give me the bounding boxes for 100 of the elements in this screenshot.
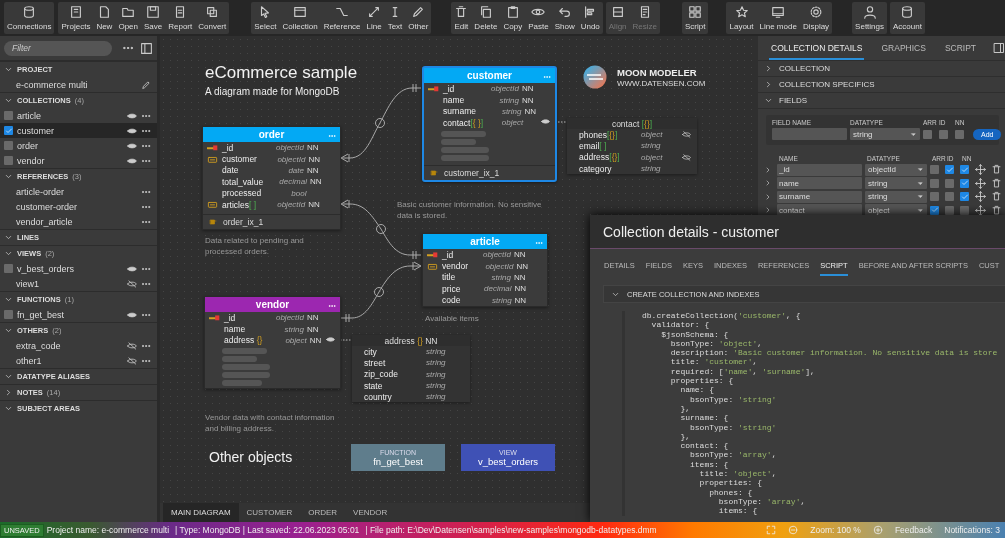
field-type: decimal bbox=[483, 284, 512, 294]
code-line: properties: { bbox=[669, 376, 735, 386]
datatype-select[interactable]: objectId bbox=[865, 163, 927, 176]
zoom-level: Zoom: 100 % bbox=[810, 525, 861, 535]
field-name: address {} bbox=[224, 335, 263, 346]
panel-tab[interactable]: GRAPHICS bbox=[879, 43, 928, 60]
index-name: order_ix_1 bbox=[223, 217, 264, 228]
diagram-tab[interactable]: ORDER bbox=[300, 503, 346, 522]
tree-item[interactable]: v_best_orders bbox=[0, 261, 157, 276]
panel-tab[interactable]: COLLECTION DETAILS bbox=[769, 43, 865, 60]
section-header[interactable]: COLLECTION SPECIFICS bbox=[758, 77, 1005, 93]
toolbar-button[interactable]: Projects bbox=[58, 2, 94, 34]
field-type: objectId bbox=[489, 84, 519, 94]
field-name: vendor bbox=[442, 261, 468, 272]
toolbar-button[interactable]: Other bbox=[405, 2, 432, 34]
entity-card[interactable]: order _id objectId NN customer objectId NN date date NN total_value decimal NN processed bool articles[ ] objectId NN order_ix_1 bbox=[202, 126, 341, 231]
tree-item[interactable]: view1 bbox=[0, 276, 157, 291]
notifications-link[interactable]: Notifications: 3 bbox=[944, 525, 1000, 535]
field-type: string bbox=[426, 392, 447, 402]
toolbar-button[interactable]: Line mode bbox=[756, 2, 800, 34]
not-null-label: NN bbox=[514, 272, 527, 282]
field-type: decimal bbox=[278, 177, 307, 187]
field-name: surname bbox=[443, 106, 477, 117]
field-type: objectId bbox=[274, 143, 304, 153]
tree-item[interactable]: e-commerce multi bbox=[0, 77, 157, 92]
toolbar-button[interactable]: Layout bbox=[726, 2, 757, 34]
field-type: string bbox=[426, 381, 447, 391]
tree-item[interactable]: vendor_article bbox=[0, 214, 157, 229]
tree-item[interactable]: vendor bbox=[0, 153, 157, 168]
tree-item[interactable]: extra_code bbox=[0, 338, 157, 353]
tree-item[interactable]: other1 bbox=[0, 353, 157, 368]
nested-object-card[interactable]: address {} NN city string street string zip_code string state string country string bbox=[352, 335, 470, 403]
field-type: string bbox=[426, 369, 447, 379]
field-name: _id bbox=[442, 249, 455, 260]
datatype-select[interactable]: string bbox=[865, 177, 927, 189]
section-title: Other objects bbox=[209, 449, 293, 465]
toolbar-button[interactable]: Copy bbox=[500, 2, 526, 34]
toolbar-button[interactable]: Report bbox=[165, 2, 196, 34]
field-name-input[interactable]: name bbox=[777, 177, 862, 189]
toolbar-button[interactable]: Save bbox=[141, 2, 166, 34]
diagram-tab[interactable]: VENDOR bbox=[345, 503, 396, 522]
toolbar-button[interactable]: Settings bbox=[852, 2, 887, 34]
toolbar-button[interactable]: Paste bbox=[525, 2, 552, 34]
code-line: items: { bbox=[689, 459, 730, 470]
diagram-tab[interactable]: MAIN DIAGRAM bbox=[163, 503, 239, 522]
field-name: code bbox=[442, 295, 461, 306]
toolbar-button[interactable]: Script bbox=[682, 2, 709, 34]
entity-title: order bbox=[258, 129, 285, 140]
entity-card[interactable]: vendor _id objectId NN name string NN address {} object NN bbox=[204, 296, 341, 390]
tree-item[interactable]: order bbox=[0, 138, 157, 153]
toolbar-button[interactable]: Edit bbox=[451, 2, 472, 34]
code-line: }, bbox=[679, 431, 690, 442]
brand-name: MOON MODELER bbox=[617, 67, 697, 78]
toolbar-button[interactable]: Collection bbox=[279, 2, 321, 34]
entity-card[interactable]: article _id objectId NN vendor objectId NN title string NN price decimal NN code string NN bbox=[422, 233, 548, 307]
field-name: city bbox=[364, 346, 378, 357]
toolbar-button[interactable]: New bbox=[93, 2, 116, 34]
brand-url: WWW.DATENSEN.COM bbox=[617, 79, 706, 88]
toolbar-button[interactable]: Select bbox=[251, 2, 280, 34]
toolbar-button[interactable]: Account bbox=[890, 2, 925, 34]
toolbar-button[interactable]: Open bbox=[115, 2, 141, 34]
tree-item[interactable]: article-order bbox=[0, 184, 157, 199]
section-header[interactable]: FIELDS bbox=[758, 93, 1005, 109]
datatype-select[interactable]: object bbox=[865, 204, 927, 216]
toolbar-button[interactable]: Line bbox=[363, 2, 385, 34]
field-type: string bbox=[283, 324, 304, 334]
toolbar-button[interactable]: Show bbox=[551, 2, 578, 34]
diagram-tab[interactable]: CUSTOMER bbox=[238, 503, 301, 522]
section-header[interactable]: COLLECTION bbox=[758, 61, 1005, 77]
field-name: title bbox=[442, 272, 457, 283]
tree-item[interactable]: customer bbox=[0, 123, 157, 138]
tree-item[interactable]: article bbox=[0, 108, 157, 123]
datatype-select[interactable]: string bbox=[850, 128, 920, 140]
field-name-input[interactable]: _id bbox=[777, 163, 862, 176]
filter-field[interactable]: Filter bbox=[4, 40, 112, 56]
toolbar-button[interactable]: Reference bbox=[320, 2, 364, 34]
field-name: date bbox=[222, 165, 240, 176]
toolbar-button[interactable]: Convert bbox=[195, 2, 230, 34]
field-name: address[{}] bbox=[579, 152, 621, 163]
toolbar-button[interactable]: Connections bbox=[4, 2, 55, 34]
not-null-label: NN bbox=[524, 106, 537, 116]
tree-item[interactable]: fn_get_best bbox=[0, 307, 157, 322]
not-null-label: NN bbox=[308, 200, 321, 210]
field-name-input[interactable]: contact bbox=[777, 204, 862, 216]
not-null-label: NN bbox=[522, 95, 535, 105]
code-line: db.createCollection('customer', { bbox=[642, 311, 802, 321]
not-null-label: NN bbox=[514, 284, 528, 294]
tree-item[interactable]: customer-order bbox=[0, 199, 157, 214]
field-name: state bbox=[364, 380, 384, 391]
datatype-select[interactable]: string bbox=[865, 190, 927, 203]
panel-tab[interactable]: SCRIPT bbox=[942, 43, 979, 60]
entity-card[interactable]: customer _id objectId NN name string NN surname string NN contact[{ }] object customer_ix_1 bbox=[422, 66, 557, 182]
code-line: required: ['name', 'surname'], bbox=[669, 366, 816, 377]
index-name: customer_ix_1 bbox=[444, 167, 500, 178]
toolbar-button[interactable]: Delete bbox=[471, 2, 501, 34]
toolbar-button[interactable]: Text bbox=[384, 2, 406, 34]
toolbar-button[interactable]: Undo bbox=[577, 2, 603, 34]
field-name-input[interactable]: surname bbox=[777, 190, 862, 203]
toolbar-button[interactable]: Display bbox=[799, 2, 833, 34]
nested-object-card[interactable]: contact [{}] phones[{}] object email[ ] string address[{}] object category string bbox=[567, 118, 697, 175]
